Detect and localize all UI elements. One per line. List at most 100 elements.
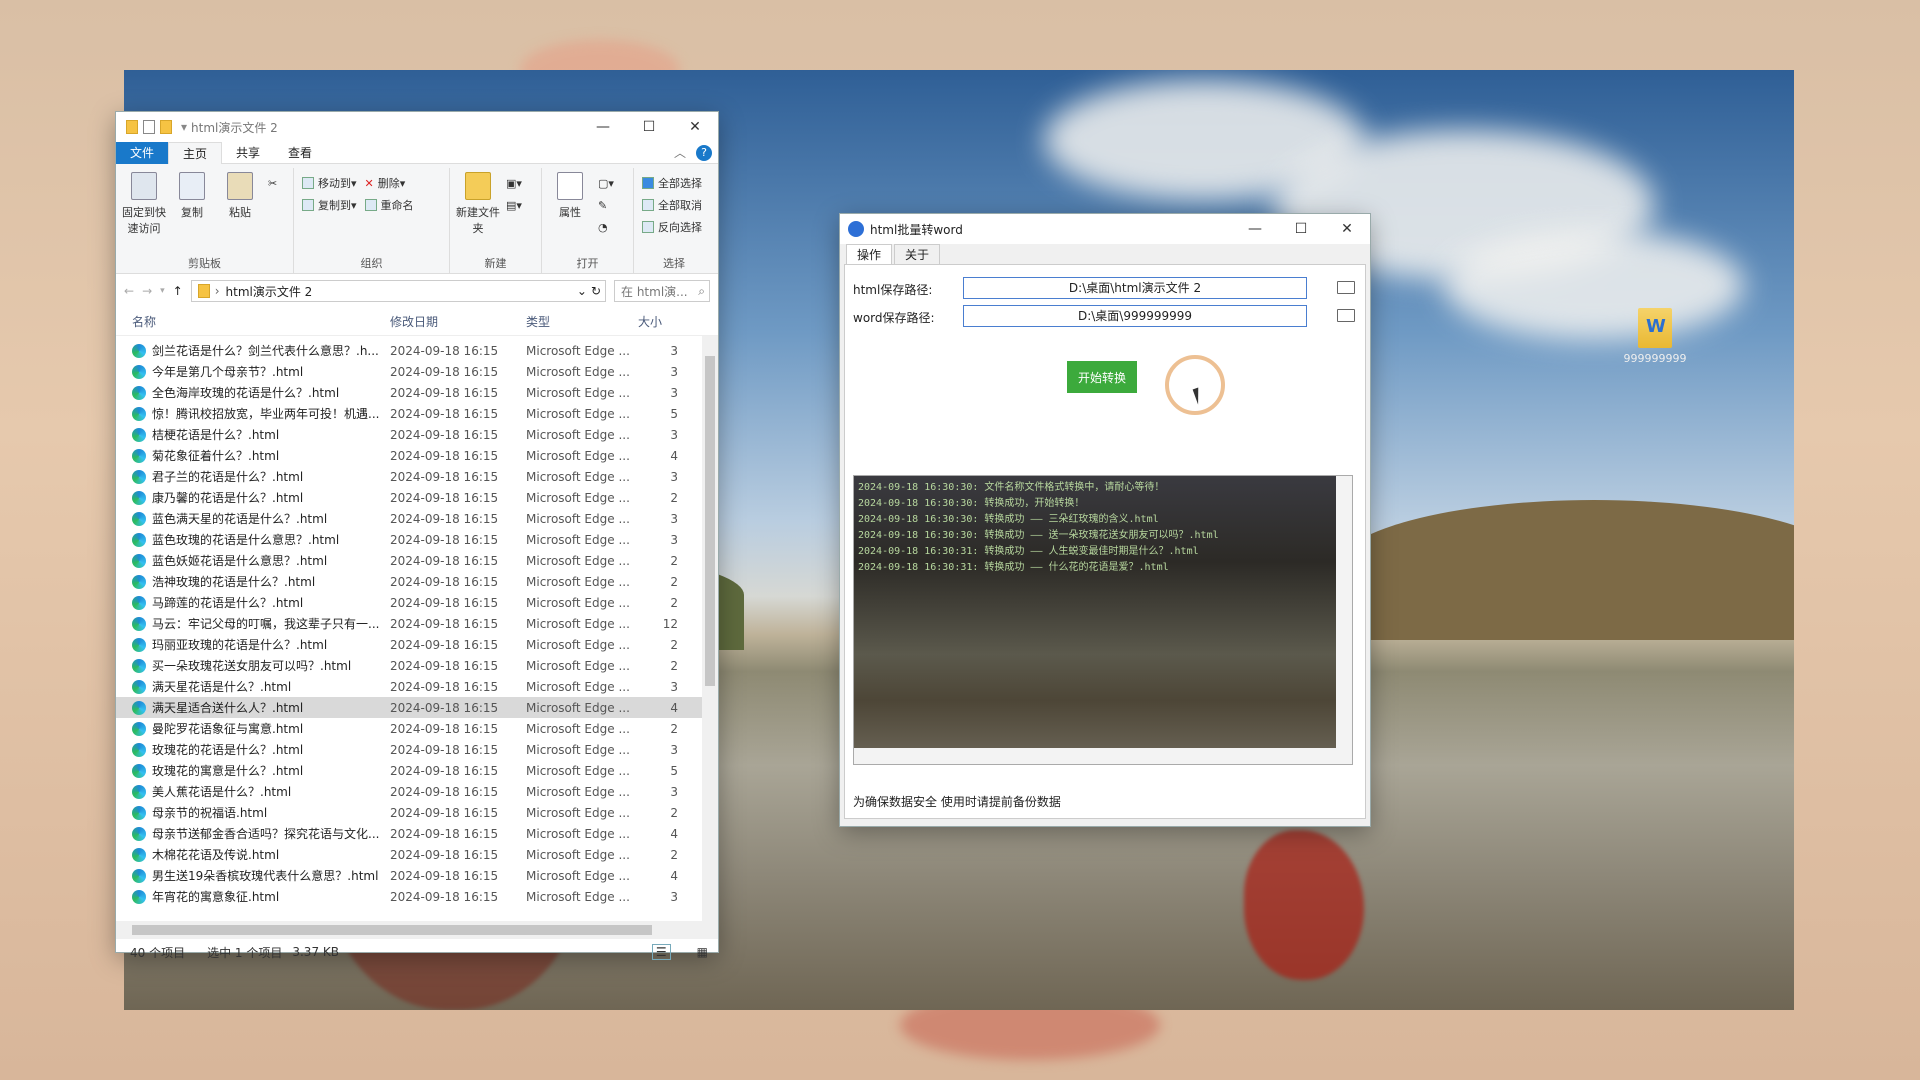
close-button[interactable]: ✕ bbox=[672, 112, 718, 142]
tab-operations[interactable]: 操作 bbox=[846, 244, 893, 264]
file-row[interactable]: 玫瑰花的寓意是什么？.html 2024-09-18 16:15 Microsoft… bbox=[116, 760, 718, 781]
file-row[interactable]: 玛丽亚玫瑰的花语是什么？.html 2024-09-18 16:15 Microso… bbox=[116, 634, 718, 655]
select-all-icon bbox=[642, 177, 654, 189]
file-row[interactable]: 康乃馨的花语是什么？.html 2024-09-18 16:15 Microsoft… bbox=[116, 487, 718, 508]
file-size: 3 bbox=[670, 679, 678, 694]
easy-access-icon[interactable]: ▤▾ bbox=[506, 196, 522, 214]
file-row[interactable]: 曼陀罗花语象征与寓意.html 2024-09-18 16:15 Microsoft… bbox=[116, 718, 718, 739]
file-row[interactable]: 今年是第几个母亲节？.html 2024-09-18 16:15 Microsoft… bbox=[116, 361, 718, 382]
log-line: 2024-09-18 16:30:30: 转换成功 —— 送一朵玫瑰花送女朋友可… bbox=[858, 530, 1219, 541]
start-convert-button[interactable]: 开始转换 bbox=[1067, 361, 1137, 393]
html-browse-folder-icon[interactable] bbox=[1337, 281, 1355, 294]
horizontal-scrollbar[interactable] bbox=[116, 921, 718, 939]
file-row[interactable]: 男生送19朵香槟玫瑰代表什么意思？.html 2024-09-18 16:15 Mi… bbox=[116, 865, 718, 886]
move-icon bbox=[302, 177, 314, 189]
minimize-button[interactable]: — bbox=[1232, 214, 1278, 244]
minimize-button[interactable]: — bbox=[580, 112, 626, 142]
file-row[interactable]: 美人蕉花语是什么？.html 2024-09-18 16:15 Microsoft … bbox=[116, 781, 718, 802]
column-date[interactable]: 修改日期 bbox=[382, 313, 526, 330]
maximize-button[interactable]: ☐ bbox=[626, 112, 672, 142]
new-group: 新建文件夹 ▣▾ ▤▾ 新建 bbox=[450, 168, 542, 273]
copy-to-button[interactable]: 复制到 ▾ bbox=[302, 196, 357, 214]
file-row[interactable]: 君子兰的花语是什么？.html 2024-09-18 16:15 Microsoft… bbox=[116, 466, 718, 487]
column-name[interactable]: 名称 bbox=[116, 313, 382, 330]
word-path-input[interactable]: D:\桌面\999999999 bbox=[963, 305, 1307, 327]
scrollbar-thumb[interactable] bbox=[705, 356, 715, 686]
file-row[interactable]: 桔梗花语是什么？.html 2024-09-18 16:15 Microsoft E… bbox=[116, 424, 718, 445]
close-button[interactable]: ✕ bbox=[1324, 214, 1370, 244]
file-row[interactable]: 蓝色妖姬花语是什么意思？.html 2024-09-18 16:15 Microso… bbox=[116, 550, 718, 571]
edge-html-icon bbox=[132, 532, 146, 547]
help-icon[interactable]: ? bbox=[696, 144, 712, 161]
column-size[interactable]: 大小 bbox=[638, 313, 678, 330]
tab-home[interactable]: 主页 bbox=[168, 141, 223, 164]
refresh-icon[interactable]: ↻ bbox=[591, 284, 601, 298]
file-row[interactable]: 浩神玫瑰的花语是什么？.html 2024-09-18 16:15 Microsof… bbox=[116, 571, 718, 592]
tab-file[interactable]: 文件 bbox=[116, 141, 169, 164]
tab-share[interactable]: 共享 bbox=[222, 142, 274, 164]
file-row[interactable]: 菊花象征着什么？.html 2024-09-18 16:15 Microsoft E… bbox=[116, 445, 718, 466]
history-icon[interactable]: ◔ bbox=[598, 218, 614, 236]
file-row[interactable]: 木棉花花语及传说.html 2024-09-18 16:15 Microsoft E… bbox=[116, 844, 718, 865]
file-date: 2024-09-18 16:15 bbox=[390, 637, 499, 652]
collapse-ribbon-icon[interactable]: ︿ bbox=[674, 144, 686, 161]
file-row[interactable]: 玫瑰花的花语是什么？.html 2024-09-18 16:15 Microsoft… bbox=[116, 739, 718, 760]
select-none-button[interactable]: 全部取消 bbox=[642, 196, 702, 214]
word-browse-folder-icon[interactable] bbox=[1337, 309, 1355, 322]
select-group: 全部选择 全部取消 反向选择 选择 bbox=[634, 168, 714, 273]
forward-icon[interactable]: → bbox=[142, 284, 152, 298]
file-row[interactable]: 买一朵玫瑰花送女朋友可以吗？.html 2024-09-18 16:15 Micro… bbox=[116, 655, 718, 676]
file-row[interactable]: 满天星花语是什么？.html 2024-09-18 16:15 Microsoft … bbox=[116, 676, 718, 697]
file-row[interactable]: 马蹄莲的花语是什么？.html 2024-09-18 16:15 Microsoft… bbox=[116, 592, 718, 613]
address-bar[interactable]: › html演示文件 2 ⌄ ↻ bbox=[190, 280, 606, 302]
details-view-icon[interactable]: ☰ bbox=[651, 944, 671, 960]
search-input[interactable]: 在 html演... ⌕ bbox=[614, 280, 710, 302]
log-horizontal-scrollbar[interactable] bbox=[854, 748, 1352, 764]
address-dropdown-icon[interactable]: ⌄ bbox=[577, 284, 587, 298]
html-path-input[interactable]: D:\桌面\html演示文件 2 bbox=[963, 277, 1307, 299]
column-type[interactable]: 类型 bbox=[526, 313, 638, 330]
file-row[interactable]: 剑兰花语是什么？剑兰代表什么意思？.h... 2024-09-18 16:15 Mi… bbox=[116, 340, 718, 361]
new-item-icon[interactable]: ▣▾ bbox=[506, 174, 522, 192]
large-icons-view-icon[interactable]: ▦ bbox=[697, 945, 708, 959]
recent-icon[interactable]: ▾ bbox=[160, 286, 165, 296]
item-count: 40 个项目 bbox=[130, 945, 186, 960]
quick-access-dropdown-icon[interactable]: ▾ bbox=[181, 120, 187, 134]
properties-quick-icon[interactable] bbox=[143, 120, 155, 134]
edge-html-icon bbox=[132, 700, 146, 715]
vertical-scrollbar[interactable] bbox=[702, 336, 718, 921]
edge-html-icon bbox=[132, 406, 146, 421]
file-date: 2024-09-18 16:15 bbox=[390, 511, 499, 526]
file-row[interactable]: 全色海岸玫瑰的花语是什么？.html 2024-09-18 16:15 Micros… bbox=[116, 382, 718, 403]
delete-button[interactable]: ✕ 删除 ▾ bbox=[365, 174, 414, 192]
tab-about[interactable]: 关于 bbox=[894, 244, 941, 264]
file-name: 君子兰的花语是什么？.html bbox=[152, 470, 304, 484]
file-size: 3 bbox=[670, 427, 678, 442]
file-row[interactable]: 蓝色玫瑰的花语是什么意思？.html 2024-09-18 16:15 Micros… bbox=[116, 529, 718, 550]
file-size: 5 bbox=[670, 763, 678, 778]
maximize-button[interactable]: ☐ bbox=[1278, 214, 1324, 244]
file-row[interactable]: 蓝色满天星的花语是什么？.html 2024-09-18 16:15 Microso… bbox=[116, 508, 718, 529]
copy-icon bbox=[179, 172, 205, 200]
log-vertical-scrollbar[interactable] bbox=[1336, 476, 1352, 764]
invert-selection-button[interactable]: 反向选择 bbox=[642, 218, 702, 236]
file-row[interactable]: 马云：牢记父母的叮嘱，我这辈子只有一... 2024-09-18 16:15 Mic… bbox=[116, 613, 718, 634]
file-row[interactable]: 惊！腾讯校招放宽，毕业两年可投！机遇... 2024-09-18 16:15 Mic… bbox=[116, 403, 718, 424]
up-icon[interactable]: ↑ bbox=[173, 284, 183, 298]
cut-icon[interactable]: ✂ bbox=[268, 174, 277, 192]
file-row[interactable]: 母亲节送郁金香合适吗？探究花语与文化... 2024-09-18 16:15 Mic… bbox=[116, 823, 718, 844]
select-all-button[interactable]: 全部选择 bbox=[642, 174, 702, 192]
desktop-folder-icon[interactable]: 999999999 bbox=[1620, 308, 1690, 365]
invert-selection-icon bbox=[642, 221, 654, 233]
scrollbar-thumb[interactable] bbox=[132, 925, 652, 935]
rename-button[interactable]: 重命名 bbox=[364, 196, 414, 214]
open-icon[interactable]: ▢▾ bbox=[598, 174, 614, 192]
back-icon[interactable]: ← bbox=[124, 284, 134, 298]
move-to-button[interactable]: 移动到 ▾ bbox=[302, 174, 357, 192]
file-row[interactable]: 年宵花的寓意象征.html 2024-09-18 16:15 Microsoft E… bbox=[116, 886, 718, 907]
edit-icon[interactable]: ✎ bbox=[598, 196, 614, 214]
file-row[interactable]: 母亲节的祝福语.html 2024-09-18 16:15 Microsoft Ed… bbox=[116, 802, 718, 823]
new-folder-quick-icon[interactable] bbox=[160, 120, 172, 134]
tab-view[interactable]: 查看 bbox=[274, 142, 326, 164]
file-row[interactable]: 满天星适合送什么人？.html 2024-09-18 16:15 Microsoft… bbox=[116, 697, 718, 718]
